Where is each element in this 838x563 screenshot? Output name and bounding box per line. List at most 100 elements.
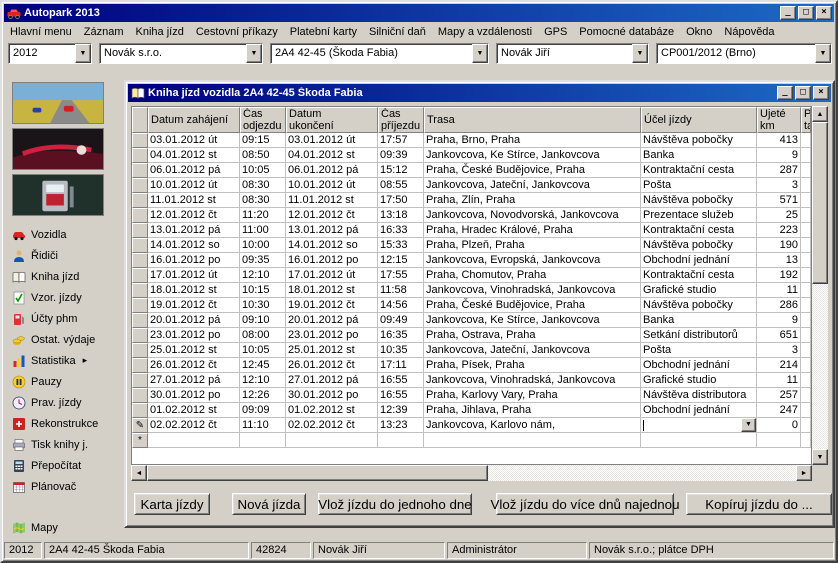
cell-route[interactable]: Jankovcova, Vinohradská, Jankovcova <box>424 283 641 298</box>
cell-end-date[interactable]: 19.01.2012 čt <box>286 298 378 313</box>
cell-route[interactable] <box>424 433 641 448</box>
cell-route[interactable]: Praha, České Budějovice, Praha <box>424 298 641 313</box>
cell-end-date[interactable]: 01.02.2012 st <box>286 403 378 418</box>
cell-distance-km[interactable]: 9 <box>757 148 801 163</box>
row-selector[interactable] <box>132 373 148 388</box>
sidebar-item-vzor-jizdy[interactable]: Vzor. jízdy <box>4 287 116 308</box>
inner-minimize-icon[interactable]: _ <box>777 86 793 100</box>
cell-route[interactable]: Praha, Písek, Praha <box>424 358 641 373</box>
cell-distance-km[interactable]: 287 <box>757 163 801 178</box>
cell-purpose[interactable]: Kontraktační cesta <box>641 163 757 178</box>
column-header-start-date[interactable]: Datum zahájení <box>148 107 240 133</box>
cell-distance-km[interactable]: 247 <box>757 403 801 418</box>
table-row[interactable]: 11.01.2012 st08:3011.01.2012 st17:50Prah… <box>132 193 811 208</box>
cell-start-date[interactable]: 20.01.2012 pá <box>148 313 240 328</box>
cell-start-date[interactable]: 30.01.2012 po <box>148 388 240 403</box>
cell-arrival-time[interactable]: 09:49 <box>378 313 424 328</box>
row-selector[interactable] <box>132 298 148 313</box>
cell-end-date[interactable]: 04.01.2012 st <box>286 148 378 163</box>
cell-departure-time[interactable]: 11:20 <box>240 208 286 223</box>
table-row[interactable]: 25.01.2012 st10:0525.01.2012 st10:35Jank… <box>132 343 811 358</box>
cell-end-date[interactable]: 18.01.2012 st <box>286 283 378 298</box>
cell-distance-km[interactable]: 3 <box>757 178 801 193</box>
table-row[interactable]: 26.01.2012 čt12:4526.01.2012 čt17:11Prah… <box>132 358 811 373</box>
cell-departure-time[interactable]: 08:00 <box>240 328 286 343</box>
column-header-route[interactable]: Trasa <box>424 107 641 133</box>
cell-distance-km[interactable]: 0 <box>757 418 801 433</box>
cell-route[interactable]: Praha, Brno, Praha <box>424 133 641 148</box>
cell-departure-time[interactable]: 08:50 <box>240 148 286 163</box>
cell-purpose[interactable]: Grafické studio <box>641 283 757 298</box>
row-selector[interactable]: ✎ <box>132 418 148 433</box>
cell-end-date[interactable]: 12.01.2012 čt <box>286 208 378 223</box>
cell-arrival-time[interactable]: 10:35 <box>378 343 424 358</box>
table-row[interactable]: 30.01.2012 po12:2630.01.2012 po16:55Prah… <box>132 388 811 403</box>
year-combo[interactable]: 2012▼ <box>8 43 92 64</box>
chevron-down-icon[interactable]: ▼ <box>632 44 648 63</box>
cell-distance-km[interactable]: 13 <box>757 253 801 268</box>
cell-route[interactable]: Jankovcova, Novodvorská, Jankovcova <box>424 208 641 223</box>
table-row[interactable]: 19.01.2012 čt10:3019.01.2012 čt14:56Prah… <box>132 298 811 313</box>
cell-start-date[interactable]: 12.01.2012 čt <box>148 208 240 223</box>
menu-item-mapy-a-vzdalenosti[interactable]: Mapy a vzdálenosti <box>432 24 538 40</box>
menu-item-hlavni-menu[interactable]: Hlavní menu <box>4 24 78 40</box>
cell-arrival-time[interactable]: 17:57 <box>378 133 424 148</box>
cell-departure-time[interactable]: 09:09 <box>240 403 286 418</box>
cell-end-date[interactable]: 11.01.2012 st <box>286 193 378 208</box>
cell-distance-km[interactable] <box>757 433 801 448</box>
table-row[interactable]: 17.01.2012 út12:1017.01.2012 út17:55Prah… <box>132 268 811 283</box>
cell-end-date[interactable]: 06.01.2012 pá <box>286 163 378 178</box>
horizontal-scroll-thumb[interactable] <box>147 465 488 481</box>
cell-start-date[interactable]: 23.01.2012 po <box>148 328 240 343</box>
purpose-combobox[interactable]: ▼ <box>641 418 756 432</box>
cell-end-date[interactable]: 10.01.2012 út <box>286 178 378 193</box>
cell-purpose[interactable]: Obchodní jednání <box>641 358 757 373</box>
menu-item-silnicni-dan[interactable]: Silniční daň <box>363 24 432 40</box>
cell-purpose[interactable]: Pošta <box>641 178 757 193</box>
chevron-down-icon[interactable]: ▼ <box>246 44 262 63</box>
cell-purpose[interactable]: Setkání distributorů <box>641 328 757 343</box>
row-selector[interactable] <box>132 343 148 358</box>
cell-distance-km[interactable]: 286 <box>757 298 801 313</box>
cell-start-date[interactable]: 25.01.2012 st <box>148 343 240 358</box>
cell-distance-km[interactable]: 192 <box>757 268 801 283</box>
row-selector[interactable] <box>132 403 148 418</box>
menu-item-kniha-jizd[interactable]: Kniha jízd <box>130 24 190 40</box>
cell-distance-km[interactable]: 214 <box>757 358 801 373</box>
sidebar-item-ridici[interactable]: Řidiči <box>4 245 116 266</box>
minimize-icon[interactable]: _ <box>780 6 796 20</box>
table-row[interactable]: 12.01.2012 čt11:2012.01.2012 čt13:18Jank… <box>132 208 811 223</box>
scroll-down-icon[interactable]: ▼ <box>812 449 828 465</box>
cell-distance-km[interactable]: 413 <box>757 133 801 148</box>
menu-item-gps[interactable]: GPS <box>538 24 573 40</box>
cell-route[interactable]: Praha, Hradec Králové, Praha <box>424 223 641 238</box>
cell-route[interactable]: Jankovcova, Vinohradská, Jankovcova <box>424 373 641 388</box>
column-header-distance-km[interactable]: Ujeté km <box>757 107 801 133</box>
cell-arrival-time[interactable]: 12:15 <box>378 253 424 268</box>
cell-departure-time[interactable]: 10:05 <box>240 343 286 358</box>
cell-start-date[interactable]: 02.02.2012 čt <box>148 418 240 433</box>
chevron-down-icon[interactable]: ▼ <box>75 44 91 63</box>
column-header-end-date[interactable]: Datum ukončení <box>286 107 378 133</box>
cell-distance-km[interactable]: 223 <box>757 223 801 238</box>
table-row[interactable]: 03.01.2012 út09:1503.01.2012 út17:57Prah… <box>132 133 811 148</box>
cell-departure-time[interactable]: 11:10 <box>240 418 286 433</box>
chevron-down-icon[interactable]: ▼ <box>472 44 488 63</box>
cell-arrival-time[interactable]: 16:55 <box>378 373 424 388</box>
inner-maximize-icon[interactable]: □ <box>795 86 811 100</box>
sidebar-item-statistika[interactable]: Statistika▸ <box>4 350 116 371</box>
table-row[interactable]: 14.01.2012 so10:0014.01.2012 so15:33Prah… <box>132 238 811 253</box>
cell-purpose[interactable]: Návštěva pobočky <box>641 193 757 208</box>
cell-arrival-time[interactable]: 14:56 <box>378 298 424 313</box>
cell-purpose[interactable]: Návštěva pobočky <box>641 298 757 313</box>
cell-departure-time[interactable]: 09:35 <box>240 253 286 268</box>
sidebar-item-planovac[interactable]: Plánovač <box>4 476 116 497</box>
cell-arrival-time[interactable]: 09:39 <box>378 148 424 163</box>
menu-item-napoveda[interactable]: Nápověda <box>718 24 780 40</box>
cell-start-date[interactable]: 26.01.2012 čt <box>148 358 240 373</box>
nova-jizda-button[interactable]: Nová jízda <box>232 493 306 515</box>
cell-start-date[interactable]: 06.01.2012 pá <box>148 163 240 178</box>
menu-item-zaznam[interactable]: Záznam <box>78 24 130 40</box>
cell-route[interactable]: Jankovcova, Ke Stírce, Jankovcova <box>424 313 641 328</box>
cell-purpose[interactable]: Prezentace služeb <box>641 208 757 223</box>
